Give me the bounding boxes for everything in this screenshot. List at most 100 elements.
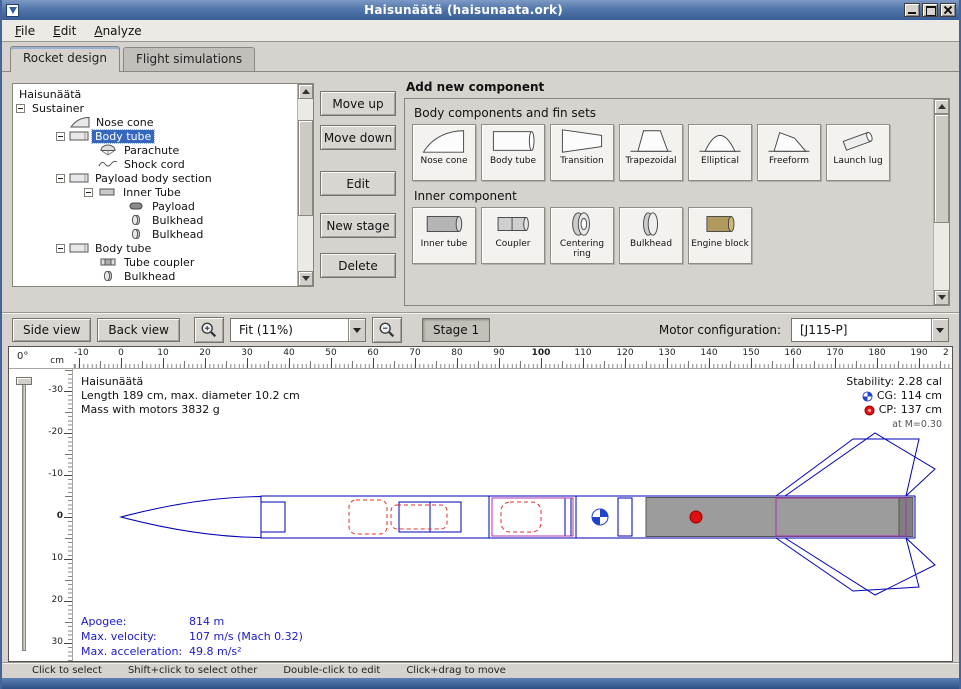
tree-item-body-tube[interactable]: Body tube	[14, 129, 296, 143]
add-nose-cone-button[interactable]: Nose cone	[412, 124, 476, 181]
scroll-down-icon[interactable]	[934, 290, 949, 305]
tree-item-payload[interactable]: Payload	[14, 199, 296, 213]
collapse-icon[interactable]	[56, 174, 65, 183]
engine-block-icon	[696, 210, 744, 238]
scrollbar-thumb[interactable]	[934, 114, 949, 223]
tree-item-nose-cone[interactable]: Nose cone	[14, 115, 296, 129]
menu-analyze[interactable]: Analyze	[85, 21, 150, 41]
component-tree[interactable]: HaisunäätäSustainerNose coneBody tubePar…	[14, 85, 296, 285]
inner-tube-outline[interactable]	[492, 498, 573, 536]
side-view-button[interactable]: Side view	[12, 318, 91, 342]
scroll-down-icon[interactable]	[298, 271, 313, 286]
ruler-corner: 0° cm	[9, 347, 73, 368]
minimize-button[interactable]	[904, 3, 920, 17]
maximize-button[interactable]	[922, 3, 938, 17]
tree-item-body-tube[interactable]: Body tube	[14, 241, 296, 255]
ruler-tick	[64, 601, 72, 602]
tree-item-bulkhead[interactable]: Bulkhead	[14, 213, 296, 227]
horizontal-ruler-row: 0° cm -100102030405060708090100110120130…	[9, 347, 952, 369]
tab-flight-simulations[interactable]: Flight simulations	[123, 47, 255, 71]
status-hint-shift-click-to-select-other: Shift+click to select other	[128, 665, 257, 676]
motor-shape[interactable]	[646, 498, 913, 537]
nose-cone-shape[interactable]	[121, 497, 261, 538]
chevron-down-icon[interactable]	[931, 319, 948, 341]
menu-file[interactable]: File	[6, 21, 44, 41]
zoom-in-button[interactable]	[194, 317, 224, 343]
scroll-up-icon[interactable]	[298, 84, 313, 99]
group-label-body-components-and-fin-sets: Body components and fin sets	[412, 104, 925, 124]
tree-action-buttons: Move up Move down Edit New stage Delete	[320, 83, 396, 287]
bulkhead-icon	[98, 270, 118, 282]
scrollbar-track[interactable]	[934, 114, 949, 290]
fin-upper-shape-2[interactable]	[785, 433, 935, 496]
zoom-out-button[interactable]	[372, 317, 402, 343]
tree-item-inner-tube[interactable]: Inner Tube	[14, 185, 296, 199]
close-button[interactable]	[940, 3, 956, 17]
tab-rocket-design[interactable]: Rocket design	[10, 46, 120, 72]
collapse-icon[interactable]	[84, 188, 93, 197]
ruler-tick	[64, 559, 72, 560]
move-down-button[interactable]: Move down	[320, 125, 396, 150]
add-body-tube-button[interactable]: Body tube	[481, 124, 545, 181]
add-launch-lug-button[interactable]: Launch lug	[826, 124, 890, 181]
tree-item-sustainer[interactable]: Sustainer	[14, 101, 296, 115]
add-inner-tube-button[interactable]: Inner tube	[412, 207, 476, 264]
add-component-scrollbar[interactable]	[933, 99, 949, 305]
add-elliptical-button[interactable]: Elliptical	[688, 124, 752, 181]
chevron-down-icon[interactable]	[348, 319, 365, 341]
add-bulkhead-button[interactable]: Bulkhead	[619, 207, 683, 264]
add-freeform-button[interactable]: Freeform	[757, 124, 821, 181]
cg-value: 114 cm	[901, 389, 942, 403]
hruler-label: 150	[742, 348, 759, 358]
scrollbar-track[interactable]	[298, 99, 313, 271]
tube-coupler-shape[interactable]	[618, 498, 632, 536]
tree-item-bulkhead[interactable]: Bulkhead	[14, 269, 296, 283]
add-coupler-button[interactable]: Coupler	[481, 207, 545, 264]
delete-button[interactable]: Delete	[320, 253, 396, 278]
collapse-icon[interactable]	[16, 104, 25, 113]
rocket-mass: Mass with motors 3832 g	[81, 403, 300, 417]
component-label: Freeform	[769, 156, 809, 166]
motor-configuration-select[interactable]: [J115-P]	[791, 318, 949, 342]
add-transition-button[interactable]: Transition	[550, 124, 614, 181]
scrollbar-thumb[interactable]	[298, 120, 313, 216]
parachute-shape[interactable]	[349, 500, 387, 534]
tree-item-parachute[interactable]: Parachute	[14, 143, 296, 157]
rotation-slider-handle[interactable]	[16, 377, 32, 385]
stage-1-toggle[interactable]: Stage 1	[422, 318, 490, 342]
flight-row-max-velocity: Max. velocity:107 m/s (Mach 0.32)	[81, 629, 303, 644]
flight-row-apogee: Apogee:814 m	[81, 614, 303, 629]
cp-marker	[690, 511, 702, 523]
back-view-button[interactable]: Back view	[97, 318, 180, 342]
collapse-icon[interactable]	[56, 132, 65, 141]
add-trapezoidal-button[interactable]: Trapezoidal	[619, 124, 683, 181]
move-up-button[interactable]: Move up	[320, 91, 396, 116]
ruler-tick	[79, 358, 80, 368]
tree-item-haisun-t[interactable]: Haisunäätä	[14, 87, 296, 101]
tree-scrollbar[interactable]	[297, 84, 313, 286]
payload-shape[interactable]	[501, 502, 541, 532]
ruler-tick	[835, 358, 836, 368]
hruler-label: 50	[325, 348, 336, 358]
menu-edit[interactable]: Edit	[44, 21, 85, 41]
parachute-icon	[98, 144, 118, 156]
fin-lower-shape-2[interactable]	[785, 538, 935, 595]
ruler-tick	[331, 358, 332, 368]
rotation-slider[interactable]	[9, 369, 39, 661]
elliptical-fin-icon	[696, 127, 744, 155]
tree-item-shock-cord[interactable]: Shock cord	[14, 157, 296, 171]
edit-button[interactable]: Edit	[320, 171, 396, 196]
rotation-slider-track[interactable]	[22, 379, 26, 651]
new-stage-button[interactable]: New stage	[320, 213, 396, 238]
group-label-inner-component: Inner component	[412, 187, 925, 207]
title-bar[interactable]: Haisunäätä (haisunaata.ork)	[2, 0, 959, 20]
collapse-icon[interactable]	[56, 244, 65, 253]
scroll-up-icon[interactable]	[934, 99, 949, 114]
tree-item-bulkhead[interactable]: Bulkhead	[14, 227, 296, 241]
add-engine-block-button[interactable]: Engine block	[688, 207, 752, 264]
add-centering-ring-button[interactable]: Centering ring	[550, 207, 614, 264]
tree-item-payload-body-section[interactable]: Payload body section	[14, 171, 296, 185]
zoom-select[interactable]: Fit (11%)	[230, 318, 366, 342]
rocket-canvas[interactable]: Haisunäätä Length 189 cm, max. diameter …	[73, 369, 952, 661]
tree-item-tube-coupler[interactable]: Tube coupler	[14, 255, 296, 269]
